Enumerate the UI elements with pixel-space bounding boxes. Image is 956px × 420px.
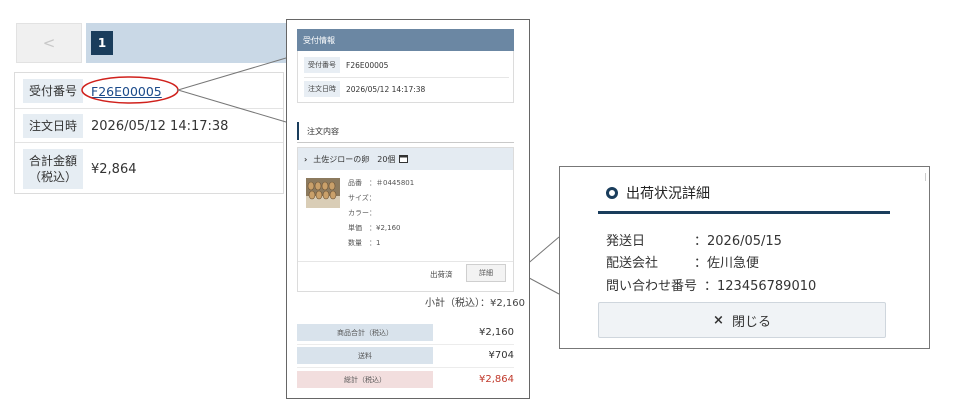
grand-total-label: 総計（税込）	[297, 371, 433, 388]
divider	[297, 344, 514, 345]
order-content-title: 注文内容	[297, 122, 514, 140]
ship-date-value: ：2026/05/15	[694, 234, 782, 249]
carrier-label: 配送会社	[606, 256, 659, 271]
receipt-date-value: 2026/05/12 14:17:38	[346, 84, 426, 94]
product-card: › 土佐ジローの卵 20個 品番 ：＃0445801 サイズ： カラー： 単価 …	[297, 147, 525, 309]
ship-date-label: 発送日	[606, 234, 646, 249]
highlight-oval	[81, 76, 179, 104]
close-button-label: 閉じる	[731, 314, 771, 330]
window-icon	[399, 155, 409, 163]
circle-bullet-icon	[606, 187, 618, 199]
grand-total-value: ¥2,864	[479, 374, 514, 385]
product-total-label: 商品合計（税込）	[297, 324, 433, 341]
list-item: 配送会社 ：佐川急便	[606, 252, 759, 271]
tracking-number-label: 問い合わせ番号	[606, 279, 698, 294]
list-item: 注文日時 2026/05/12 14:17:38	[304, 78, 509, 100]
list-item: 発送日 ：2026/05/15	[606, 230, 782, 249]
divider	[297, 142, 514, 143]
title-underline	[598, 211, 890, 214]
shipping-status-popup: 出荷状況詳細 発送日 ：2026/05/15 配送会社 ：佐川急便 問い合わせ番…	[559, 166, 930, 349]
product-unit-price: 単価 ：¥2,160	[348, 224, 401, 232]
table-row: 送料 ¥704	[297, 347, 514, 364]
product-color: カラー：	[348, 209, 376, 217]
shipping-status: 出荷済	[430, 270, 453, 279]
receipt-info-box: 受付番号 F26E00005 注文日時 2026/05/12 14:17:38	[297, 51, 514, 103]
receipt-date-label: 注文日時	[304, 81, 340, 97]
divider	[297, 367, 514, 368]
order-detail-popup: 受付情報 受付番号 F26E00005 注文日時 2026/05/12 14:1…	[286, 19, 530, 399]
shipping-fee-value: ¥704	[488, 350, 514, 361]
callout-pointer-left	[176, 57, 287, 123]
tracking-number-value: ：123456789010	[704, 279, 817, 294]
shipping-detail-button[interactable]: 詳細	[466, 264, 506, 282]
receipt-number-value: F26E00005	[346, 60, 389, 70]
product-quantity: 数量 ：1	[348, 239, 381, 247]
divider	[298, 261, 513, 262]
popup-title-row: 出荷状況詳細	[606, 181, 710, 205]
table-row: 総計（税込） ¥2,864	[297, 371, 514, 388]
carrier-value: ：佐川急便	[694, 256, 760, 271]
close-button[interactable]: × 閉じる	[598, 302, 886, 338]
list-item: 問い合わせ番号 ：123456789010	[606, 275, 816, 294]
shipping-fee-label: 送料	[297, 347, 433, 364]
product-name: 土佐ジローの卵 20個	[313, 154, 396, 164]
table-row: 商品合計（税込） ¥2,160	[297, 324, 514, 341]
receipt-number-label: 受付番号	[304, 57, 340, 73]
product-code: 品番 ：＃0445801	[348, 179, 415, 187]
list-item: 受付番号 F26E00005	[304, 54, 509, 76]
product-size: サイズ：	[348, 194, 376, 202]
subtotal: 小計（税込）：¥2,160	[425, 298, 525, 309]
receipt-info-header: 受付情報	[297, 29, 514, 51]
chevron-right-icon: ›	[304, 154, 308, 164]
product-header[interactable]: › 土佐ジローの卵 20個	[298, 148, 513, 170]
product-total-value: ¥2,160	[479, 327, 514, 338]
divider	[925, 173, 926, 181]
close-icon: ×	[713, 312, 724, 328]
popup-title: 出荷状況詳細	[626, 186, 710, 202]
product-thumbnail	[306, 178, 340, 208]
